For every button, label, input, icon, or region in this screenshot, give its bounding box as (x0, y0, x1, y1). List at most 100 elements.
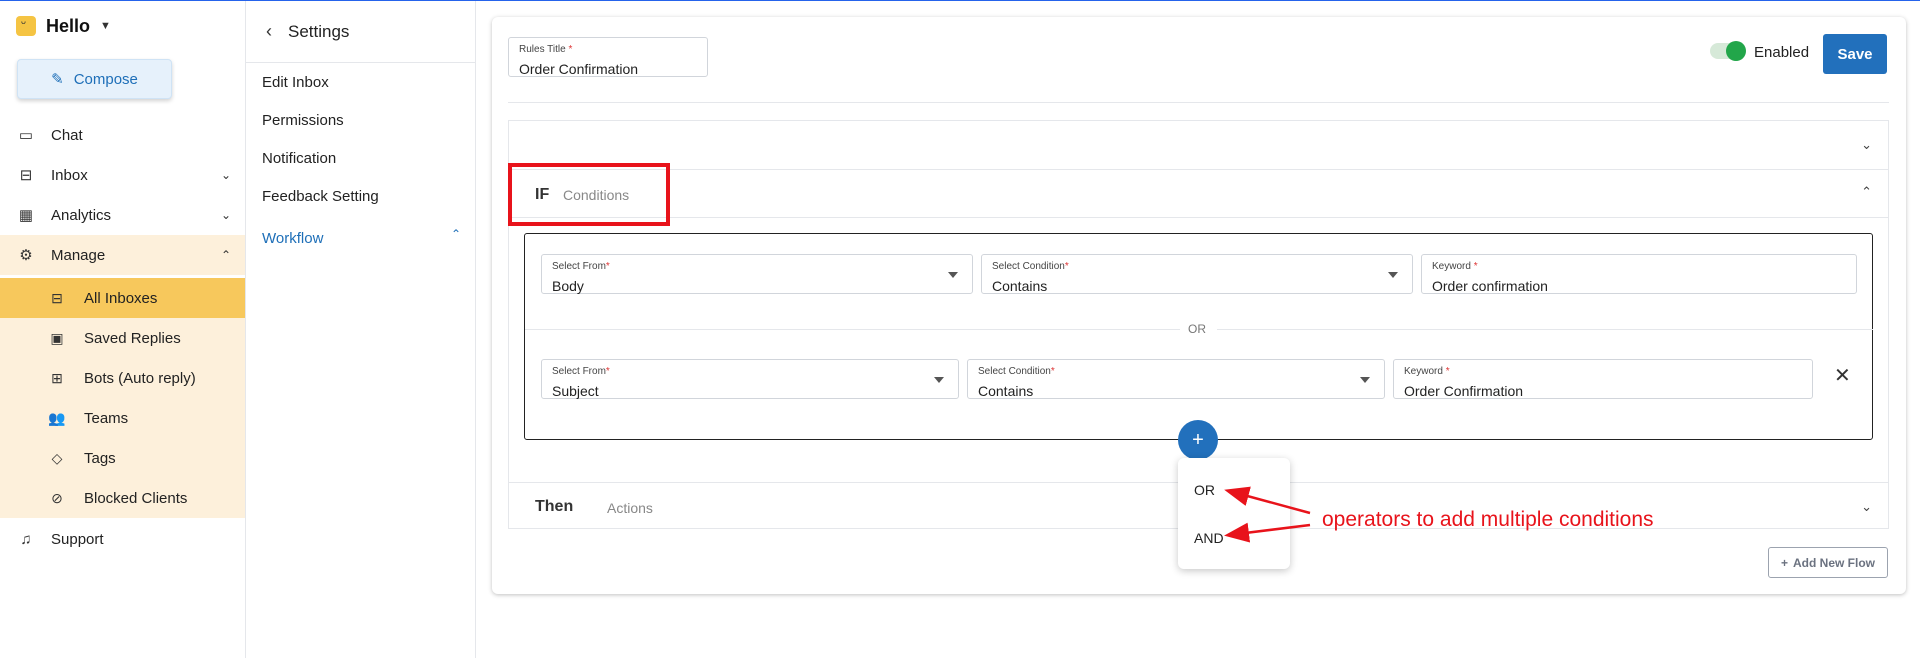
nav-label: Manage (51, 246, 106, 264)
divider (525, 329, 1180, 330)
remove-condition-close-icon[interactable]: ✕ (1834, 363, 1851, 388)
chevron-down-icon: ▼ (100, 20, 111, 32)
workflow-card: Rules Title * Order Confirmation Enabled… (492, 17, 1906, 594)
conditions-box: Select From* Body Select Condition* Cont… (524, 233, 1873, 440)
settings-header: ‹ Settings (246, 1, 475, 63)
inbox-icon: ⊟ (19, 167, 33, 184)
inbox-icon: ⊟ (51, 289, 63, 306)
field-label: Select Condition* (992, 261, 1069, 272)
field-value: Body (552, 278, 584, 294)
settings-item-feedback-setting[interactable]: Feedback Setting (262, 188, 379, 205)
nav-item-chat[interactable]: ▭ Chat (0, 115, 245, 155)
settings-item-workflow[interactable]: Workflow (262, 230, 323, 247)
chevron-up-icon: ⌃ (1861, 184, 1872, 199)
select-condition-dropdown[interactable]: Select Condition* Contains (981, 254, 1413, 294)
divider (508, 102, 1889, 103)
manage-item-bots[interactable]: ⊞ Bots (Auto reply) (0, 358, 245, 398)
keyword-field[interactable]: Keyword * Order Confirmation (1393, 359, 1813, 399)
manage-item-all-inboxes[interactable]: ⊟ All Inboxes (0, 278, 245, 318)
field-label: Keyword * (1404, 366, 1450, 377)
tag-icon: ◇ (51, 449, 63, 466)
chevron-up-icon: ⌃ (450, 227, 461, 241)
chevron-down-icon: ⌄ (220, 168, 231, 182)
chat-icon: ▭ (18, 127, 34, 144)
add-new-flow-label: Add New Flow (1793, 555, 1875, 570)
dropdown-caret-icon (1360, 377, 1370, 383)
manage-item-label: All Inboxes (84, 289, 158, 307)
manage-item-label: Tags (84, 449, 116, 467)
save-icon: ▣ (50, 329, 64, 346)
if-section-header[interactable]: IF Conditions ⌃ (509, 170, 1888, 218)
if-conditions-highlight-box (508, 163, 670, 226)
select-from-dropdown[interactable]: Select From* Body (541, 254, 973, 294)
rules-title-field[interactable]: Rules Title * Order Confirmation (508, 37, 708, 77)
block-icon: ⊘ (51, 489, 63, 506)
nav-item-manage[interactable]: ⚙ Manage ⌃ (0, 235, 245, 275)
settings-title: Settings (288, 21, 350, 41)
or-separator: OR (1188, 322, 1206, 336)
dropdown-caret-icon (948, 272, 958, 278)
manage-item-saved-replies[interactable]: ▣ Saved Replies (0, 318, 245, 358)
headset-icon: ♫ (20, 530, 32, 548)
manage-item-label: Blocked Clients (84, 489, 188, 507)
settings-item-notification[interactable]: Notification (262, 150, 336, 167)
field-label: Select Condition* (978, 366, 1055, 377)
nav-label: Chat (51, 126, 83, 144)
analytics-icon: ▦ (18, 207, 34, 224)
plus-icon: + (1780, 555, 1788, 570)
field-label: Rules Title * (519, 44, 573, 55)
keyword-field[interactable]: Keyword * Order confirmation (1421, 254, 1857, 294)
pencil-icon: ✎ (51, 71, 64, 88)
manage-item-label: Bots (Auto reply) (84, 369, 196, 387)
chevron-down-icon: ⌄ (220, 208, 231, 222)
brand-switcher[interactable]: Hello ▼ (16, 13, 111, 39)
chevron-down-icon: ⌄ (1861, 499, 1872, 514)
team-icon: 👥 (48, 409, 66, 426)
manage-item-teams[interactable]: 👥 Teams (0, 398, 245, 438)
enabled-label: Enabled (1754, 44, 1810, 61)
divider (1217, 329, 1873, 330)
manage-item-blocked-clients[interactable]: ⊘ Blocked Clients (0, 478, 245, 518)
nav-label: Analytics (51, 206, 112, 224)
chevron-up-icon: ⌃ (220, 248, 231, 262)
field-label: Keyword * (1432, 261, 1478, 272)
enabled-toggle[interactable] (1710, 41, 1746, 61)
settings-item-edit-inbox[interactable]: Edit Inbox (262, 74, 329, 91)
field-value: Order Confirmation (519, 61, 639, 77)
operator-and-option[interactable]: AND (1194, 530, 1224, 546)
nav-label: Inbox (51, 166, 88, 184)
field-value: Contains (978, 383, 1034, 399)
settings-item-permissions[interactable]: Permissions (262, 112, 344, 129)
nav-item-inbox[interactable]: ⊟ Inbox ⌄ (0, 155, 245, 195)
nav-item-analytics[interactable]: ▦ Analytics ⌄ (0, 195, 245, 235)
sidebar: Hello ▼ ✎ Compose ▭ Chat ⊟ Inbox ⌄ ▦ Ana… (0, 1, 246, 658)
field-value: Contains (992, 278, 1048, 294)
manage-item-label: Teams (84, 409, 129, 427)
field-value: Order confirmation (1432, 278, 1548, 294)
compose-button[interactable]: ✎ Compose (17, 59, 172, 99)
brand-name: Hello (46, 15, 91, 36)
nav-label: Support (51, 530, 104, 548)
field-label: Select From* (552, 366, 610, 377)
compose-label: Compose (73, 70, 138, 88)
operator-or-option[interactable]: OR (1194, 482, 1215, 498)
nav-item-support[interactable]: ♫ Support (0, 519, 245, 559)
add-condition-button[interactable]: + (1178, 420, 1218, 460)
field-label: Select From* (552, 261, 610, 272)
dropdown-caret-icon (1388, 272, 1398, 278)
then-label: Then (535, 498, 574, 515)
collapsed-section[interactable]: ⌄ (508, 120, 1889, 170)
field-value: Subject (552, 383, 599, 399)
select-from-dropdown[interactable]: Select From* Subject (541, 359, 959, 399)
select-condition-dropdown[interactable]: Select Condition* Contains (967, 359, 1385, 399)
actions-label: Actions (607, 500, 653, 516)
bot-icon: ⊞ (51, 369, 63, 386)
back-arrow-icon[interactable]: ‹ (266, 21, 272, 42)
manage-item-tags[interactable]: ◇ Tags (0, 438, 245, 478)
dropdown-caret-icon (934, 377, 944, 383)
annotation-text: operators to add multiple conditions (1322, 508, 1654, 531)
field-value: Order Confirmation (1404, 383, 1524, 399)
save-button[interactable]: Save (1823, 34, 1887, 74)
add-new-flow-button[interactable]: + Add New Flow (1768, 547, 1888, 578)
gear-icon: ⚙ (19, 247, 33, 264)
